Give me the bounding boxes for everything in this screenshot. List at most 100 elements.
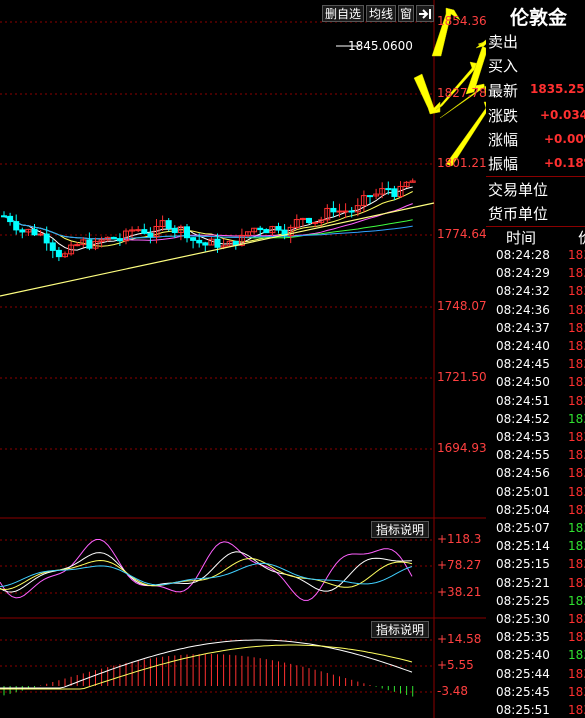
tick-row: 08:24:50 183 [496,375,585,393]
currency-unit-label: 货币单位 [488,205,549,223]
candle-body [330,207,337,213]
change-value: +0.034 [540,108,585,122]
candle-body [1,215,7,218]
pct-value: +0.00% [544,132,585,146]
tick-row: 08:25:30 183 [496,612,585,630]
candle-body [257,227,264,231]
tick-price: 183 [568,248,585,262]
candle-body [263,229,270,234]
candle-body [31,228,38,236]
candle-body [7,215,14,223]
candle-body [141,229,148,234]
indicator-help-button-1[interactable]: 指标说明 [371,521,429,538]
delete-watchlist-button[interactable]: 删自选 [322,5,364,22]
macd-axis-label: +118.3 [437,532,482,546]
candle-body [37,233,44,236]
tick-time: 08:24:32 [496,284,550,299]
arrow-collapse-icon[interactable] [416,5,434,22]
tick-price: 183 [568,521,585,535]
kline-chart[interactable]: 1845.0600 [0,0,486,718]
candle-body [348,210,355,213]
candle-body [171,227,178,233]
tick-price: 183 [568,557,585,572]
lower-axis-label: +14.58 [437,632,482,646]
tick-time: 08:24:37 [496,320,550,335]
tick-time: 08:25:51 [496,703,550,717]
tick-row: 08:24:52 183 [496,412,585,430]
tick-time: 08:24:56 [496,466,550,481]
tick-row: 08:24:45 183 [496,357,585,375]
tick-price: 183 [568,612,585,626]
candle-body [367,195,373,198]
tick-price: 183 [568,648,585,663]
candle-body [275,226,282,231]
tick-time: 08:25:45 [496,684,550,699]
tick-row: 08:24:37 183 [496,320,585,339]
tick-row: 08:25:40 183 [496,648,585,666]
tick-price: 183 [568,593,585,608]
tick-price: 183 [568,357,585,372]
tick-row: 08:24:32 183 [496,284,585,302]
moving-average-line [3,191,413,247]
tick-price: 183 [568,430,585,444]
tick-price: 183 [568,539,585,554]
tick-time: 08:25:30 [496,612,550,626]
tick-row: 08:25:35 183 [496,630,585,648]
tick-time: 08:24:51 [496,393,550,408]
window-button[interactable]: 窗 [398,5,414,22]
pct-label: 涨幅 [488,131,519,149]
tick-price: 183 [568,630,585,645]
tick-row: 08:24:53 183 [496,430,585,448]
ticks-time-header: 时间 [506,229,537,247]
indicator-help-button-2[interactable]: 指标说明 [371,621,429,638]
tick-price: 183 [568,393,585,408]
candle-body [202,242,209,246]
tick-row: 08:25:44 183 [496,667,585,685]
tick-row: 08:24:40 183 [496,339,585,357]
tick-price: 183 [568,484,585,499]
tick-time: 08:24:36 [496,302,550,317]
amplitude-label: 振幅 [488,155,519,173]
tick-row: 08:24:29 183 [496,266,585,284]
tick-time: 08:25:01 [496,484,550,499]
dif-line [0,639,413,689]
moving-average-button[interactable]: 均线 [366,5,396,22]
tick-time: 08:24:40 [496,339,550,353]
dea-line [0,644,413,690]
candle-body [306,217,312,224]
candle-body [86,239,93,249]
lower-axis-label: +5.55 [437,658,474,672]
tick-time: 08:25:40 [496,648,550,663]
tick-time: 08:24:45 [496,357,550,372]
tick-price: 183 [568,666,585,681]
candle-body [196,239,203,244]
tick-time: 08:24:53 [496,430,550,444]
tick-price: 183 [568,266,585,281]
tick-row: 08:24:55 183 [496,448,585,466]
trade-unit-label: 交易单位 [488,181,549,199]
tick-time: 08:25:04 [496,502,550,517]
tick-time: 08:24:28 [496,248,550,262]
tick-row: 08:25:25 183 [496,593,585,612]
candle-body [110,236,117,240]
tick-time: 08:25:25 [496,593,550,608]
candle-body [385,188,392,191]
ticks-price-header: 价 [578,227,585,248]
candle-body [190,237,197,241]
tick-row: 08:25:15 183 [496,557,585,575]
tick-row: 08:25:14 183 [496,539,585,557]
candle-body [391,188,398,197]
moving-average-line [3,186,413,251]
change-label: 涨跌 [488,107,519,125]
tick-row: 08:24:28 183 [496,248,585,266]
candle-body [13,221,20,231]
candle-body [214,238,221,248]
oscillator-line [0,551,413,593]
tick-price: 183 [568,466,585,481]
tick-price: 183 [568,448,585,463]
lower-axis-label: -3.48 [437,684,469,698]
tick-time: 08:24:50 [496,375,550,390]
macd-axis-label: +38.21 [437,585,482,599]
tick-row: 08:25:51 183 [496,703,585,718]
tick-price: 183 [568,339,585,353]
